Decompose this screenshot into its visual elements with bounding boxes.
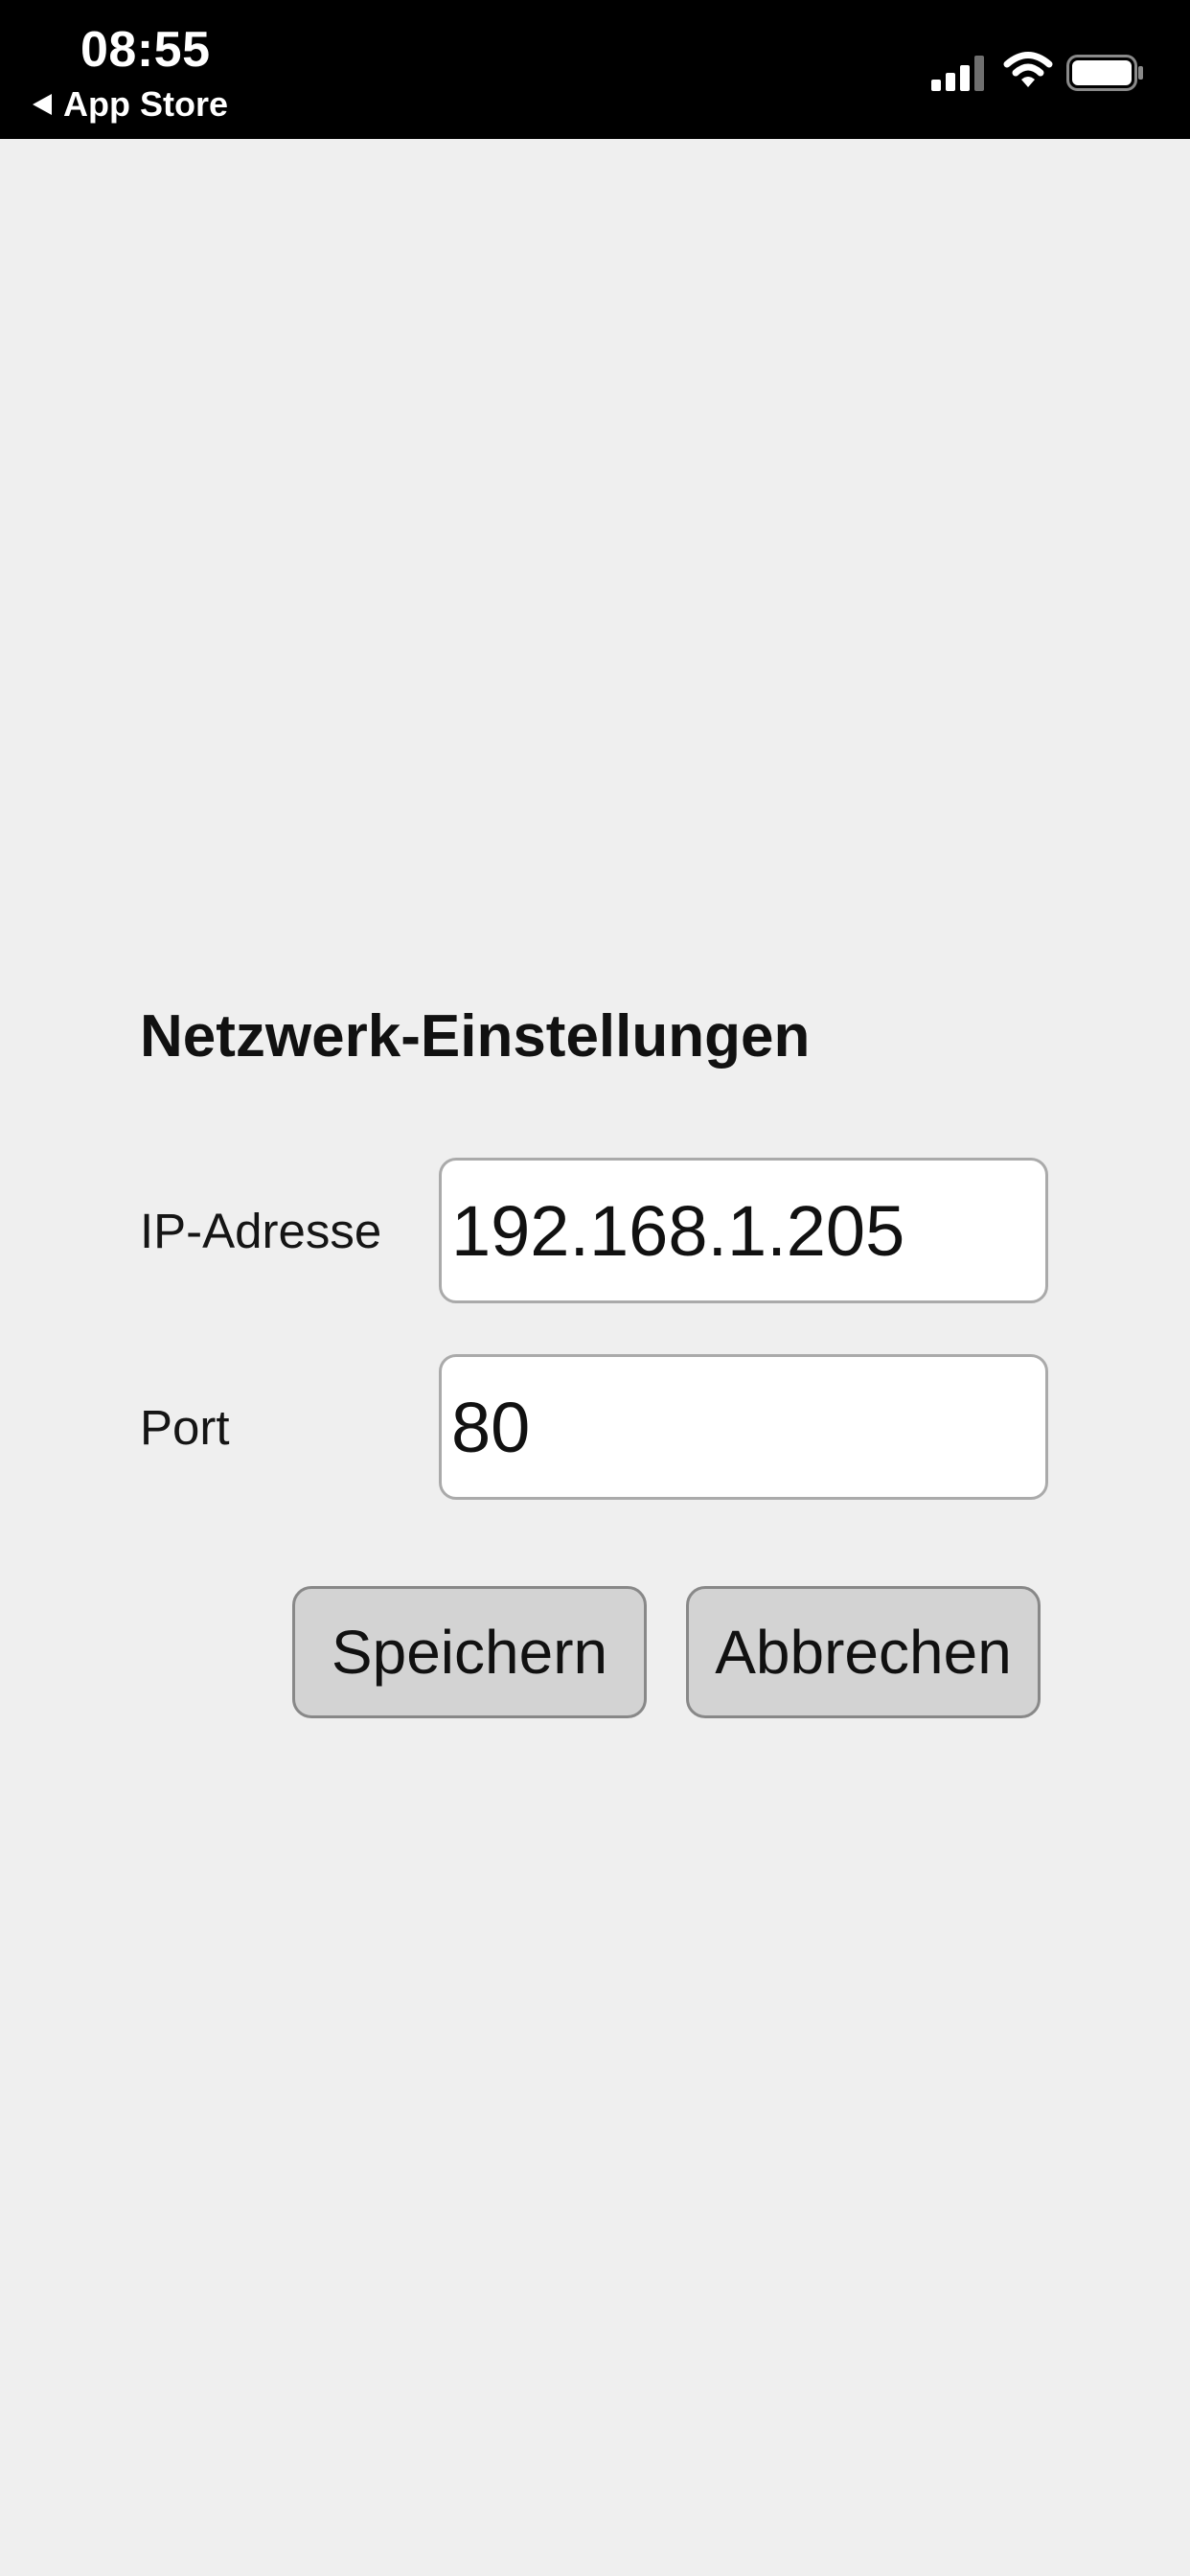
wifi-icon: [1003, 52, 1053, 87]
back-app-label: App Store: [63, 84, 229, 124]
back-to-app-store-link[interactable]: App Store: [33, 84, 228, 125]
port-input[interactable]: [439, 1354, 1048, 1500]
status-time: 08:55: [80, 22, 211, 78]
status-bar: 08:55 App Store: [0, 0, 1190, 139]
ip-address-input[interactable]: [439, 1158, 1048, 1303]
port-label: Port: [140, 1400, 230, 1455]
page-title: Netzwerk-Einstellungen: [140, 1003, 811, 1070]
back-arrow-icon: [33, 94, 52, 115]
battery-icon: [1066, 55, 1143, 91]
save-button[interactable]: Speichern: [292, 1586, 647, 1718]
ip-address-label: IP-Adresse: [140, 1204, 382, 1258]
cancel-button[interactable]: Abbrechen: [686, 1586, 1041, 1718]
cellular-signal-icon: [931, 56, 984, 91]
